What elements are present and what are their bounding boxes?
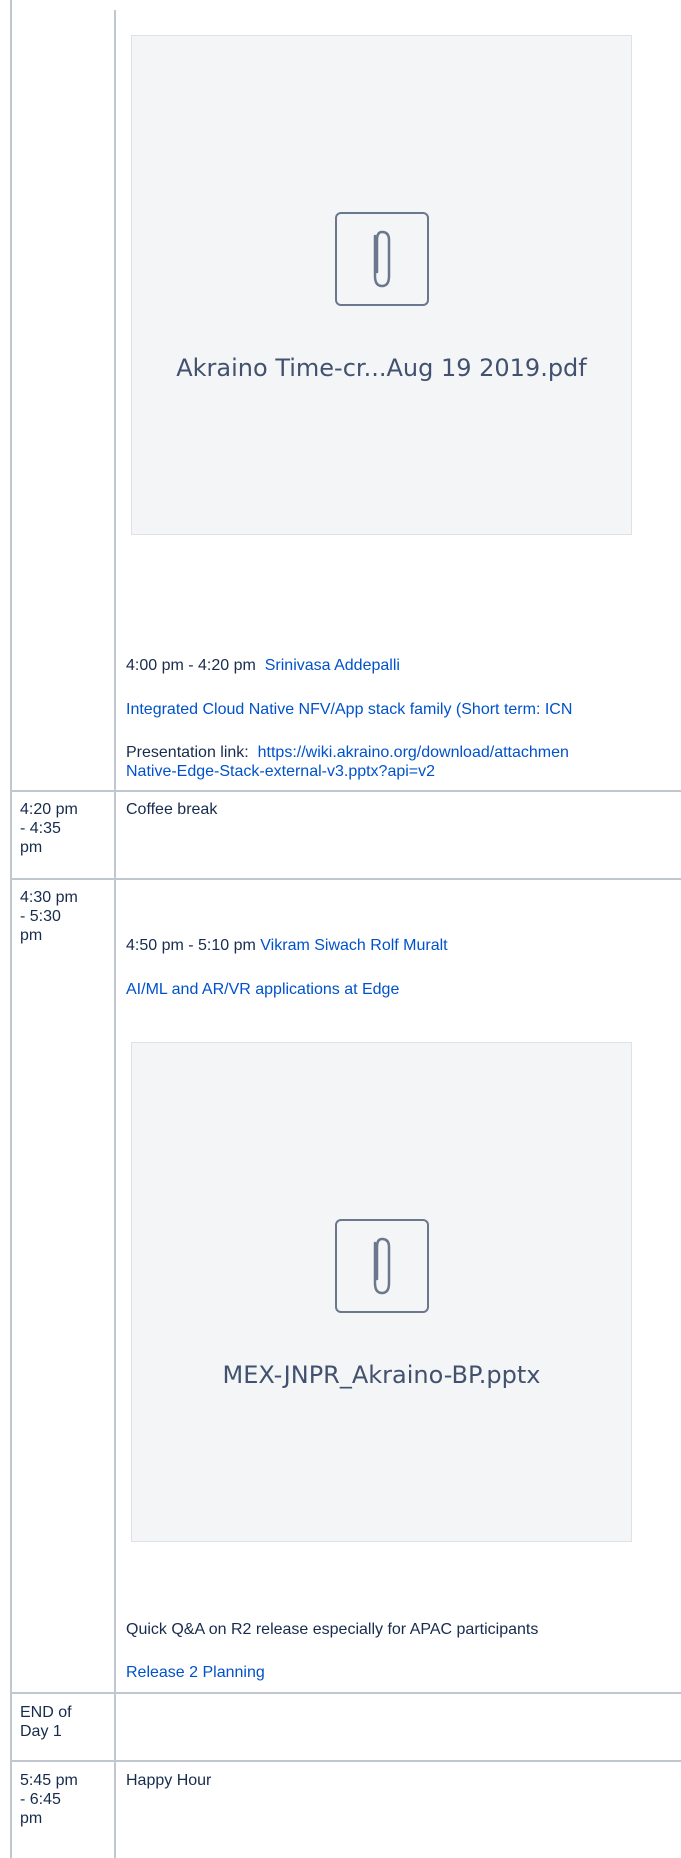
coffee-time-line2: - 4:35 xyxy=(20,820,61,837)
happy-hour-time: 5:45 pm - 6:45 pm xyxy=(20,1771,104,1828)
slot2-time: 4:30 pm - 5:30 pm xyxy=(20,888,104,945)
talk-time-line: 4:00 pm - 4:20 pm Srinivasa Addepalli xyxy=(126,656,400,675)
attachment-preview-pdf[interactable]: Akraino Time-cr...Aug 19 2019.pdf xyxy=(131,35,632,535)
row-divider xyxy=(10,878,681,880)
presentation-line-2: Native-Edge-Stack-external-v3.pptx?api=v… xyxy=(126,762,681,781)
row-divider xyxy=(10,790,681,792)
attachment-filename: MEX-JNPR_Akraino-BP.pptx xyxy=(222,1361,541,1389)
attachment-preview-pptx[interactable]: MEX-JNPR_Akraino-BP.pptx xyxy=(131,1042,632,1542)
table-column-divider xyxy=(114,10,116,1858)
table-left-border xyxy=(10,0,12,1858)
slot2-talk-line: 4:50 pm - 5:10 pm Vikram Siwach Rolf Mur… xyxy=(126,936,448,955)
slot2-talk-title-link[interactable]: AI/ML and AR/VR applications at Edge xyxy=(126,981,399,998)
presentation-link-cont[interactable]: Native-Edge-Stack-external-v3.pptx?api=v… xyxy=(126,763,435,780)
speaker-link-vikram[interactable]: Vikram Siwach xyxy=(260,937,366,954)
qa-text: Quick Q&A on R2 release especially for A… xyxy=(126,1621,539,1638)
talk-title-link[interactable]: Integrated Cloud Native NFV/App stack fa… xyxy=(126,701,572,718)
end-of-day: END of Day 1 xyxy=(20,1703,104,1741)
row-divider xyxy=(10,1760,681,1762)
happy-hour-label: Happy Hour xyxy=(126,1772,212,1789)
slot2-talk-time: 4:50 pm - 5:10 pm xyxy=(126,937,256,954)
presentation-label: Presentation link: xyxy=(126,744,249,761)
happy-time-line1: 5:45 pm xyxy=(20,1772,78,1789)
slot2-title-line: AI/ML and AR/VR applications at Edge xyxy=(126,980,399,999)
coffee-label: Coffee break xyxy=(126,801,218,818)
happy-time-line3: pm xyxy=(20,1810,43,1827)
slot2-time-line1: 4:30 pm xyxy=(20,889,78,906)
talk-time: 4:00 pm - 4:20 pm xyxy=(126,657,256,674)
presentation-line: Presentation link: https://wiki.akraino.… xyxy=(126,743,681,762)
presentation-link[interactable]: https://wiki.akraino.org/download/attach… xyxy=(258,744,569,761)
speaker-link[interactable]: Srinivasa Addepalli xyxy=(265,657,400,674)
coffee-time: 4:20 pm - 4:35 pm xyxy=(20,800,104,857)
happy-time-line2: - 6:45 xyxy=(20,1791,61,1808)
attachment-filename: Akraino Time-cr...Aug 19 2019.pdf xyxy=(176,354,587,382)
row-divider xyxy=(10,1692,681,1694)
release-2-planning-link[interactable]: Release 2 Planning xyxy=(126,1664,265,1681)
end-day-line1: END of xyxy=(20,1704,72,1721)
end-day-line2: Day 1 xyxy=(20,1723,62,1740)
coffee-time-line3: pm xyxy=(20,839,43,856)
talk-title-line: Integrated Cloud Native NFV/App stack fa… xyxy=(126,700,681,719)
slot2-time-line2: - 5:30 xyxy=(20,908,61,925)
paperclip-icon xyxy=(334,212,429,306)
slot2-time-line3: pm xyxy=(20,927,43,944)
speaker-link-rolf[interactable]: Rolf Muralt xyxy=(370,937,447,954)
paperclip-icon xyxy=(334,1219,429,1313)
coffee-time-line1: 4:20 pm xyxy=(20,801,78,818)
qa-link-line: Release 2 Planning xyxy=(126,1663,265,1682)
